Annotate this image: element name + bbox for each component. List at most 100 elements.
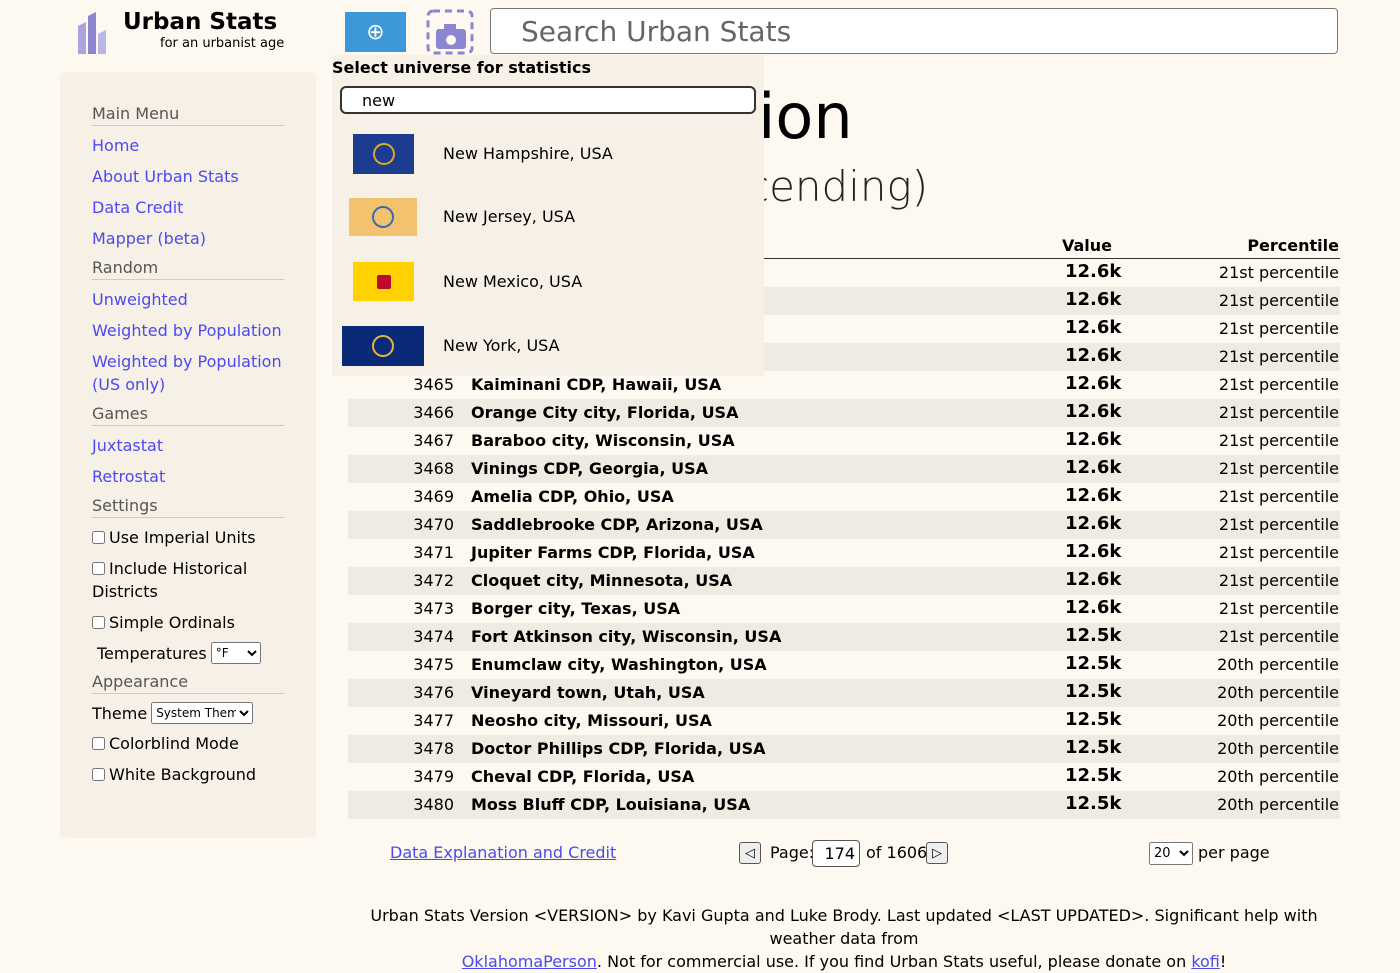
universe-search-input[interactable] [340, 86, 756, 114]
sidebar-link-weighted-population-us[interactable]: Weighted by Population (US only) [92, 350, 284, 396]
camera-icon[interactable] [426, 9, 474, 55]
row-region-link[interactable]: Jupiter Farms CDP, Florida, USA [471, 543, 755, 562]
oklahomaperson-link[interactable]: OklahomaPerson [462, 952, 597, 971]
universe-selector-button[interactable]: ⊕ [345, 12, 406, 52]
sidebar-link-mapper[interactable]: Mapper (beta) [92, 227, 284, 250]
new-jersey-flag-icon [349, 198, 417, 236]
historical-districts-checkbox[interactable] [92, 562, 105, 575]
simple-ordinals-checkbox[interactable] [92, 616, 105, 629]
row-value: 12.6k [1065, 345, 1122, 366]
urban-stats-logo-icon[interactable] [76, 8, 110, 54]
sidebar-link-about[interactable]: About Urban Stats [92, 165, 284, 188]
sidebar-link-home[interactable]: Home [92, 134, 284, 157]
row-region-link[interactable]: Moss Bluff CDP, Louisiana, USA [471, 795, 750, 814]
row-region-link[interactable]: Baraboo city, Wisconsin, USA [471, 431, 735, 450]
row-percentile: 21st percentile [1218, 319, 1339, 338]
table-row: 3473 Borger city, Texas, USA 12.6k 21st per… [348, 595, 1340, 623]
table-row: 3472 Cloquet city, Minnesota, USA 12.6k 21s… [348, 567, 1340, 595]
footer-text-1: Urban Stats Version <VERSION> by Kavi Gu… [370, 906, 1318, 948]
row-rank: 3472 [413, 571, 454, 590]
row-value: 12.6k [1065, 513, 1122, 534]
previous-page-button[interactable]: ◁ [739, 842, 761, 864]
sidebar-link-juxtastat[interactable]: Juxtastat [92, 434, 284, 457]
search-input[interactable] [490, 8, 1338, 54]
row-percentile: 21st percentile [1218, 375, 1339, 394]
row-region-link[interactable]: Neosho city, Missouri, USA [471, 711, 712, 730]
row-percentile: 21st percentile [1218, 543, 1339, 562]
row-value: 12.6k [1065, 289, 1122, 310]
row-region-link[interactable]: Vinings CDP, Georgia, USA [471, 459, 708, 478]
row-region-link[interactable]: Cloquet city, Minnesota, USA [471, 571, 732, 590]
row-rank: 3477 [413, 711, 454, 730]
table-row: 3470 Saddlebrooke CDP, Arizona, USA 12.6k 2… [348, 511, 1340, 539]
sidebar-heading-main-menu: Main Menu [92, 104, 284, 126]
colorblind-checkbox[interactable] [92, 737, 105, 750]
row-percentile: 20th percentile [1217, 767, 1339, 786]
row-region-link[interactable]: Amelia CDP, Ohio, USA [471, 487, 674, 506]
row-value: 12.6k [1065, 401, 1122, 422]
row-percentile: 21st percentile [1218, 459, 1339, 478]
kofi-link[interactable]: kofi [1191, 952, 1220, 971]
data-credit-link[interactable]: Data Explanation and Credit [390, 843, 616, 862]
row-percentile: 21st percentile [1218, 347, 1339, 366]
row-value: 12.5k [1065, 681, 1122, 702]
row-region-link[interactable]: Orange City city, Florida, USA [471, 403, 738, 422]
sidebar-link-unweighted[interactable]: Unweighted [92, 288, 284, 311]
row-value: 12.5k [1065, 737, 1122, 758]
table-row: 3468 Vinings CDP, Georgia, USA 12.6k 21st p… [348, 455, 1340, 483]
page-number-input[interactable] [812, 840, 860, 867]
table-row: 3479 Cheval CDP, Florida, USA 12.5k 20th pe… [348, 763, 1340, 791]
column-header-value[interactable]: Value [1062, 236, 1112, 255]
row-region-link[interactable]: Vineyard town, Utah, USA [471, 683, 705, 702]
sidebar: Main Menu Home About Urban Stats Data Cr… [60, 72, 316, 838]
row-region-link[interactable]: Saddlebrooke CDP, Arizona, USA [471, 515, 763, 534]
column-header-percentile[interactable]: Percentile [1247, 236, 1339, 255]
row-region-link[interactable]: Cheval CDP, Florida, USA [471, 767, 694, 786]
universe-option-label: New Mexico, USA [443, 271, 583, 291]
row-rank: 3467 [413, 431, 454, 450]
sidebar-link-weighted-population[interactable]: Weighted by Population [92, 319, 284, 342]
row-percentile: 20th percentile [1217, 739, 1339, 758]
sidebar-heading-random: Random [92, 258, 284, 280]
row-region-link[interactable]: Borger city, Texas, USA [471, 599, 680, 618]
row-percentile: 21st percentile [1218, 431, 1339, 450]
row-value: 12.6k [1065, 317, 1122, 338]
colorblind-row: Colorblind Mode [92, 732, 284, 755]
page-total: of 1606 [866, 843, 928, 862]
table-row: 3471 Jupiter Farms CDP, Florida, USA 12.6k… [348, 539, 1340, 567]
theme-select[interactable]: System Theme [151, 702, 254, 724]
row-value: 12.6k [1065, 457, 1122, 478]
row-rank: 3468 [413, 459, 454, 478]
logo-title[interactable]: Urban Stats [123, 9, 277, 35]
universe-dropdown: Select universe for statistics New Hamps… [332, 55, 764, 376]
row-percentile: 21st percentile [1218, 571, 1339, 590]
colorblind-label: Colorblind Mode [109, 734, 239, 753]
new-hampshire-flag-icon [353, 134, 414, 174]
sidebar-link-data-credit[interactable]: Data Credit [92, 196, 284, 219]
row-value: 12.6k [1065, 541, 1122, 562]
row-rank: 3478 [413, 739, 454, 758]
row-region-link[interactable]: Enumclaw city, Washington, USA [471, 655, 767, 674]
per-page-select[interactable]: 20 [1149, 842, 1193, 865]
sidebar-heading-games: Games [92, 404, 284, 426]
table-row: 3477 Neosho city, Missouri, USA 12.5k 20th … [348, 707, 1340, 735]
sidebar-heading-settings: Settings [92, 496, 284, 518]
sidebar-link-retrostat[interactable]: Retrostat [92, 465, 284, 488]
row-value: 12.5k [1065, 653, 1122, 674]
row-percentile: 20th percentile [1217, 683, 1339, 702]
universe-option[interactable]: New Mexico, USA [332, 262, 764, 326]
next-page-button[interactable]: ▷ [926, 842, 948, 864]
row-region-link[interactable]: Doctor Phillips CDP, Florida, USA [471, 739, 766, 758]
row-value: 12.5k [1065, 765, 1122, 786]
universe-option[interactable]: New Jersey, USA [332, 198, 764, 262]
row-value: 12.6k [1065, 485, 1122, 506]
row-percentile: 20th percentile [1217, 655, 1339, 674]
row-percentile: 21st percentile [1218, 291, 1339, 310]
imperial-units-checkbox[interactable] [92, 531, 105, 544]
temperatures-select[interactable]: °F [210, 642, 261, 664]
universe-option[interactable]: New York, USA [332, 326, 764, 390]
universe-option[interactable]: New Hampshire, USA [332, 134, 764, 198]
row-region-link[interactable]: Fort Atkinson city, Wisconsin, USA [471, 627, 781, 646]
imperial-units-row: Use Imperial Units [92, 526, 284, 549]
white-background-checkbox[interactable] [92, 768, 105, 781]
